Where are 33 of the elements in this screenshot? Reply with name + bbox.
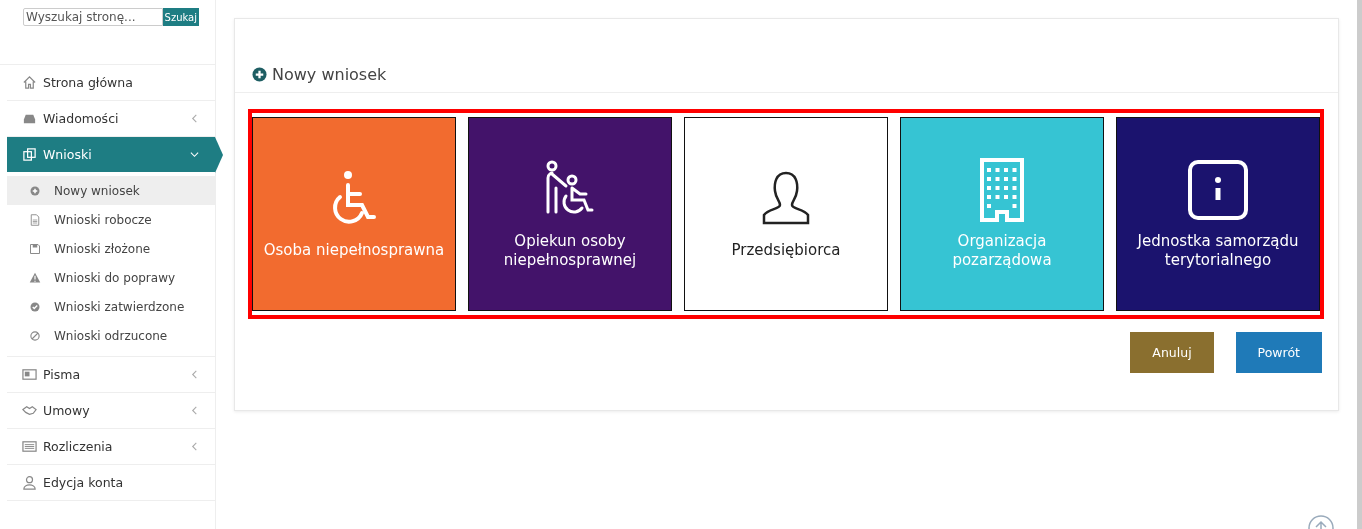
submenu-icon xyxy=(29,242,41,255)
cancel-button[interactable]: Anuluj xyxy=(1130,332,1214,373)
nav-icon xyxy=(22,439,37,454)
nav-icon xyxy=(22,75,37,90)
submenu-item[interactable]: Wnioski do poprawy xyxy=(7,263,215,292)
category-tile[interactable]: Jednostka samorządu terytorialnego xyxy=(1116,117,1320,311)
nav-item[interactable]: Umowy xyxy=(7,393,215,429)
nav-item[interactable]: Edycja konta xyxy=(7,465,215,501)
submenu-icon xyxy=(29,329,41,342)
panel-title: Nowy wniosek xyxy=(272,64,387,84)
nav-item[interactable]: Pisma xyxy=(7,357,215,393)
search-field[interactable]: Wyszukaj stronę... xyxy=(23,8,163,26)
back-button[interactable]: Powrót xyxy=(1235,332,1322,373)
nav-icon xyxy=(22,367,37,382)
category-tile[interactable]: Przedsiębiorca xyxy=(684,117,888,311)
plus-circle-icon xyxy=(252,66,267,82)
tile-icon xyxy=(1186,157,1250,222)
nav-item[interactable]: Rozliczenia xyxy=(7,429,215,465)
nav-icon xyxy=(22,403,37,418)
submenu-item[interactable]: Wnioski zatwierdzone xyxy=(7,292,215,321)
category-tile[interactable]: Opiekun osoby niepełnosprawnej xyxy=(468,117,672,311)
submenu-icon xyxy=(29,213,41,226)
search-button[interactable]: Szukaj xyxy=(162,8,199,26)
submenu-item[interactable]: Wnioski złożone xyxy=(7,234,215,263)
nav-icon xyxy=(22,475,37,490)
submenu-item[interactable]: Nowy wniosek xyxy=(7,176,215,205)
nav-icon xyxy=(22,147,37,162)
submenu-item[interactable]: Wnioski robocze xyxy=(7,205,215,234)
submenu-icon xyxy=(29,271,41,284)
submenu-icon xyxy=(29,300,41,313)
submenu-item[interactable]: Wnioski odrzucone xyxy=(7,321,215,350)
submenu-icon xyxy=(29,184,41,197)
nav-item[interactable]: Strona główna xyxy=(7,65,215,101)
